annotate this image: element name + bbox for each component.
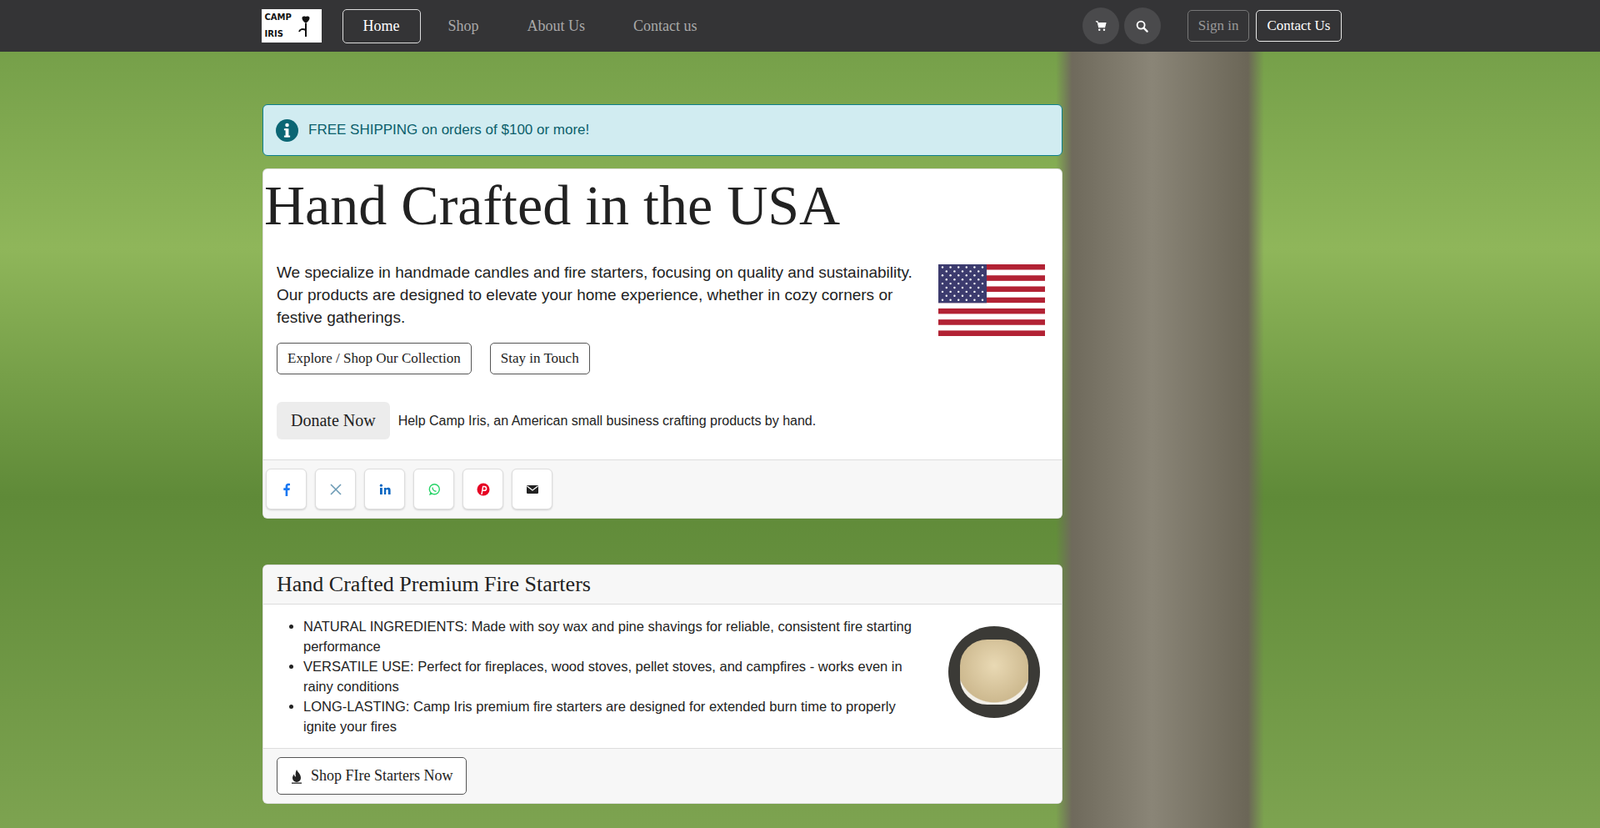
product-body: NATURAL INGREDIENTS: Made with soy wax a… bbox=[263, 604, 1062, 748]
product-image-fill bbox=[960, 639, 1029, 705]
shop-fire-starters-button[interactable]: Shop FIre Starters Now bbox=[276, 756, 467, 795]
nav-links: HomeShopAbout UsContact us bbox=[342, 9, 719, 44]
hero-title: Hand Crafted in the USA bbox=[263, 169, 1062, 238]
logo[interactable]: CAMP IRIS bbox=[261, 9, 322, 43]
nav-link[interactable]: About Us bbox=[506, 9, 607, 44]
donate-row: Donate Now Help Camp Iris, an American s… bbox=[276, 401, 915, 440]
feature-item: NATURAL INGREDIENTS: Made with soy wax a… bbox=[303, 615, 924, 656]
alert-text: FREE SHIPPING on orders of $100 or more! bbox=[308, 121, 590, 139]
fire-icon bbox=[290, 768, 303, 784]
whatsapp-icon bbox=[427, 482, 441, 496]
share-bar bbox=[263, 459, 1062, 518]
page: CAMP IRIS HomeShopAbout UsContact us Sign… bbox=[0, 0, 1600, 828]
product-features: NATURAL INGREDIENTS: Made with soy wax a… bbox=[276, 615, 924, 736]
hero-button[interactable]: Explore / Shop Our Collection bbox=[276, 342, 472, 375]
donate-text: Help Camp Iris, an American small busine… bbox=[398, 413, 817, 429]
hero-card: Hand Crafted in the USA We specialize in… bbox=[262, 168, 1063, 519]
product-header: Hand Crafted Premium Fire Starters bbox=[263, 565, 1062, 605]
search-icon bbox=[1135, 20, 1149, 33]
logo-text: IRIS bbox=[265, 30, 296, 39]
share-button[interactable] bbox=[315, 468, 356, 510]
email-icon bbox=[525, 482, 540, 496]
nav-link[interactable]: Shop bbox=[427, 9, 500, 44]
feature-item: VERSATILE USE: Perfect for fireplaces, w… bbox=[303, 655, 924, 696]
nav-link[interactable]: Home bbox=[342, 9, 421, 44]
facebook-icon bbox=[280, 482, 294, 496]
share-button[interactable] bbox=[364, 468, 405, 510]
hero-button[interactable]: Stay in Touch bbox=[490, 342, 590, 375]
auth-buttons: Sign inContact Us bbox=[1187, 10, 1342, 42]
nav-action-button[interactable]: Contact Us bbox=[1255, 10, 1341, 42]
cart-button[interactable] bbox=[1082, 7, 1120, 45]
main-column: FREE SHIPPING on orders of $100 or more!… bbox=[262, 104, 1063, 804]
info-icon bbox=[275, 119, 299, 142]
cart-icon bbox=[1095, 20, 1107, 32]
shop-button-text: Shop FIre Starters Now bbox=[310, 766, 453, 785]
product-title: Hand Crafted Premium Fire Starters bbox=[276, 571, 1049, 597]
logo-text: CAMP bbox=[265, 13, 296, 22]
iris-flower-icon bbox=[297, 13, 315, 39]
feature-item: LONG-LASTING: Camp Iris premium fire sta… bbox=[303, 695, 924, 736]
nav-link[interactable]: Contact us bbox=[612, 9, 719, 44]
navbar: CAMP IRIS HomeShopAbout UsContact us Sign… bbox=[0, 0, 1600, 52]
product-footer: Shop FIre Starters Now bbox=[263, 747, 1062, 803]
us-flag-icon bbox=[938, 264, 1045, 336]
hero-description: We specialize in handmade candles and fi… bbox=[276, 260, 915, 329]
share-button[interactable] bbox=[511, 468, 553, 510]
pinterest-icon bbox=[476, 482, 490, 496]
shipping-alert: FREE SHIPPING on orders of $100 or more! bbox=[262, 104, 1063, 156]
nav-action-button[interactable]: Sign in bbox=[1187, 10, 1250, 42]
main-content: FREE SHIPPING on orders of $100 or more!… bbox=[260, 51, 1340, 804]
nav-actions: Sign inContact Us bbox=[1082, 7, 1342, 45]
product-image bbox=[948, 625, 1040, 718]
share-button[interactable] bbox=[462, 468, 504, 510]
share-button[interactable] bbox=[265, 468, 307, 510]
search-button[interactable] bbox=[1124, 7, 1161, 45]
hero-main: We specialize in handmade candles and fi… bbox=[276, 260, 915, 440]
product-card: Hand Crafted Premium Fire Starters NATUR… bbox=[262, 564, 1063, 804]
hero-body: We specialize in handmade candles and fi… bbox=[263, 237, 1062, 460]
share-button[interactable] bbox=[413, 468, 455, 510]
linkedin-icon bbox=[378, 482, 392, 496]
donate-button[interactable]: Donate Now bbox=[276, 401, 390, 440]
x-icon bbox=[329, 482, 343, 496]
hero-buttons: Explore / Shop Our Collection Stay in Tou… bbox=[276, 342, 915, 375]
